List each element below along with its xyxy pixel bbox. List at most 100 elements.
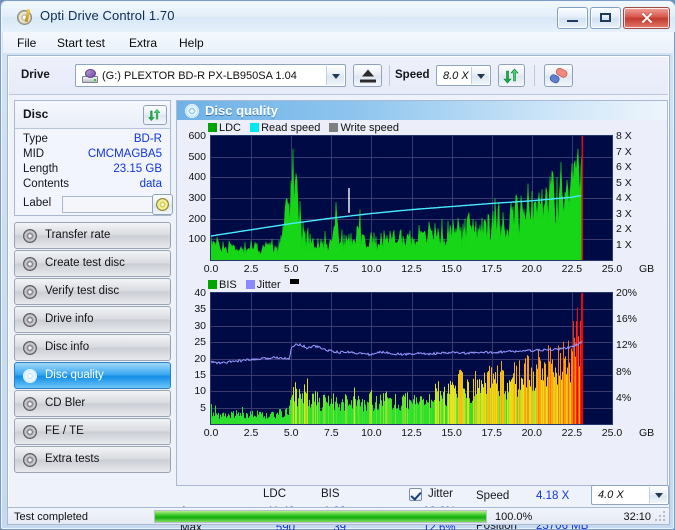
drive-select[interactable]: (G:) PLEXTOR BD-R PX-LB950SA 1.04 xyxy=(75,64,346,87)
disc-contents-label: Contents xyxy=(23,178,70,190)
disc-length-value: 23.15 GB xyxy=(113,163,162,175)
legend-swatch-bis xyxy=(208,280,217,289)
window-controls xyxy=(557,7,670,29)
y-tick: 40 xyxy=(194,287,206,299)
maximize-button[interactable] xyxy=(590,7,621,29)
menu-item-file[interactable]: File xyxy=(11,35,42,51)
y2-tick: 7 X xyxy=(616,145,632,158)
y-tick: 15 xyxy=(194,368,206,381)
resize-grip[interactable] xyxy=(655,511,666,522)
speed-stat-label: Speed xyxy=(476,490,510,502)
progress-percent: 100.0% xyxy=(495,511,533,523)
y-tick: 100 xyxy=(188,233,206,246)
disc-type-label: Type xyxy=(23,133,48,145)
sidebar-item-drive-info[interactable]: Drive info xyxy=(14,306,171,333)
status-message: Test completed xyxy=(14,511,88,523)
sidebar-item-label: Disc quality xyxy=(45,369,104,381)
disc-icon xyxy=(23,341,38,356)
x-tick: 7.5 xyxy=(323,427,339,439)
x-tick: 17.5 xyxy=(481,427,502,439)
speed-select[interactable]: 8.0 X xyxy=(436,65,491,86)
title-bar: Opti Drive Control 1.70 xyxy=(2,2,675,32)
chevron-down-icon[interactable] xyxy=(471,67,489,84)
y2-tick: 20% xyxy=(616,287,638,299)
status-bar: Test completed 100.0% 32:10 xyxy=(7,507,670,525)
x-tick: 10.0 xyxy=(361,263,382,275)
test-speed-select[interactable]: 4.0 X xyxy=(591,485,669,505)
y-tick: 400 xyxy=(188,171,206,184)
y2-tick: 3 X xyxy=(616,207,632,220)
close-button[interactable] xyxy=(623,7,670,29)
disc-refresh-button[interactable] xyxy=(143,105,167,125)
x-tick: 15.0 xyxy=(441,263,462,275)
chart-top-legend: LDC Read speed Write speed xyxy=(208,122,399,134)
sidebar-item-disc-info[interactable]: Disc info xyxy=(14,334,171,361)
sidebar-item-extra-tests[interactable]: Extra tests xyxy=(14,446,171,473)
y2-tick: 2 X xyxy=(616,223,632,235)
disc-icon xyxy=(185,104,199,118)
application-window: Opti Drive Control 1.70 File Start test … xyxy=(0,0,675,530)
sidebar-item-disc-quality[interactable]: Disc quality xyxy=(14,362,171,389)
disc-label-button[interactable] xyxy=(152,194,173,215)
sidebar-item-label: Create test disc xyxy=(45,257,125,269)
sidebar-item-fe-te[interactable]: FE / TE xyxy=(14,418,171,445)
chevron-down-icon[interactable] xyxy=(649,487,667,503)
ldc-speed-chart[interactable] xyxy=(210,135,613,261)
x-tick: 25.0 xyxy=(601,263,623,275)
toolbar-separator-2 xyxy=(534,65,535,86)
y2-tick: 5 X xyxy=(616,176,632,189)
sidebar-item-label: Disc info xyxy=(45,341,90,353)
disc-panel-title: Disc xyxy=(23,107,49,121)
menu-item-help[interactable]: Help xyxy=(173,35,210,51)
x-tick: 2.5 xyxy=(243,427,259,439)
sidebar-item-transfer-rate[interactable]: Transfer rate xyxy=(14,222,171,249)
y-tick: 300 xyxy=(188,192,206,204)
legend-label-read-speed: Read speed xyxy=(261,122,321,134)
legend-label-write-speed: Write speed xyxy=(340,122,399,134)
refresh-button[interactable] xyxy=(498,64,525,87)
legend-label-ldc: LDC xyxy=(219,122,242,134)
y-tick: 25 xyxy=(194,336,206,349)
disc-label-label: Label xyxy=(23,197,52,209)
x-tick: 0.0 xyxy=(203,263,219,275)
x-tick: 17.5 xyxy=(481,263,502,275)
bis-jitter-chart[interactable] xyxy=(210,292,613,425)
y2-tick: 16% xyxy=(616,313,638,326)
erase-icon xyxy=(549,67,567,83)
y-tick: 500 xyxy=(188,150,206,163)
progress-bar xyxy=(154,510,487,523)
minimize-button[interactable] xyxy=(557,7,588,29)
disc-icon xyxy=(23,285,38,300)
disc-label-input[interactable] xyxy=(62,196,154,213)
stats-header-ldc: LDC xyxy=(263,488,287,500)
y2-tick: 6 X xyxy=(616,161,632,173)
y-tick: 20 xyxy=(194,352,206,365)
erase-button[interactable] xyxy=(544,64,573,87)
sidebar-item-cd-bler[interactable]: CD Bler xyxy=(14,390,171,417)
sidebar-item-label: FE / TE xyxy=(45,425,84,437)
app-disc-icon xyxy=(17,8,34,26)
legend-swatch-jitter xyxy=(245,280,255,289)
refresh-icon xyxy=(148,108,161,122)
x-tick: 5.0 xyxy=(283,263,299,275)
window-title: Opti Drive Control 1.70 xyxy=(40,8,175,23)
sidebar-item-label: Drive info xyxy=(45,313,94,325)
sidebar-item-create-test-disc[interactable]: Create test disc xyxy=(14,250,171,277)
y-tick: 200 xyxy=(188,212,206,225)
disc-length-label: Length xyxy=(23,163,59,175)
chevron-down-icon[interactable] xyxy=(326,66,344,85)
disc-icon xyxy=(23,369,38,384)
drive-select-value: (G:) PLEXTOR BD-R PX-LB950SA 1.04 xyxy=(102,69,297,82)
eject-button[interactable] xyxy=(353,64,382,87)
menu-item-extra[interactable]: Extra xyxy=(123,35,163,51)
y2-tick: 1 X xyxy=(616,238,632,251)
y-tick: 600 xyxy=(188,130,206,142)
sidebar-item-verify-test-disc[interactable]: Verify test disc xyxy=(14,278,171,305)
disc-icon xyxy=(23,229,38,244)
menu-item-start-test[interactable]: Start test xyxy=(51,35,111,51)
x-tick: 15.0 xyxy=(441,427,462,439)
disc-info-panel: Disc Type BD-R MID CMCMAGBA5 Length 23.1… xyxy=(14,100,173,216)
y-tick: 5 xyxy=(200,401,206,414)
page-title: Disc quality xyxy=(205,103,278,118)
jitter-checkbox[interactable] xyxy=(409,488,422,501)
